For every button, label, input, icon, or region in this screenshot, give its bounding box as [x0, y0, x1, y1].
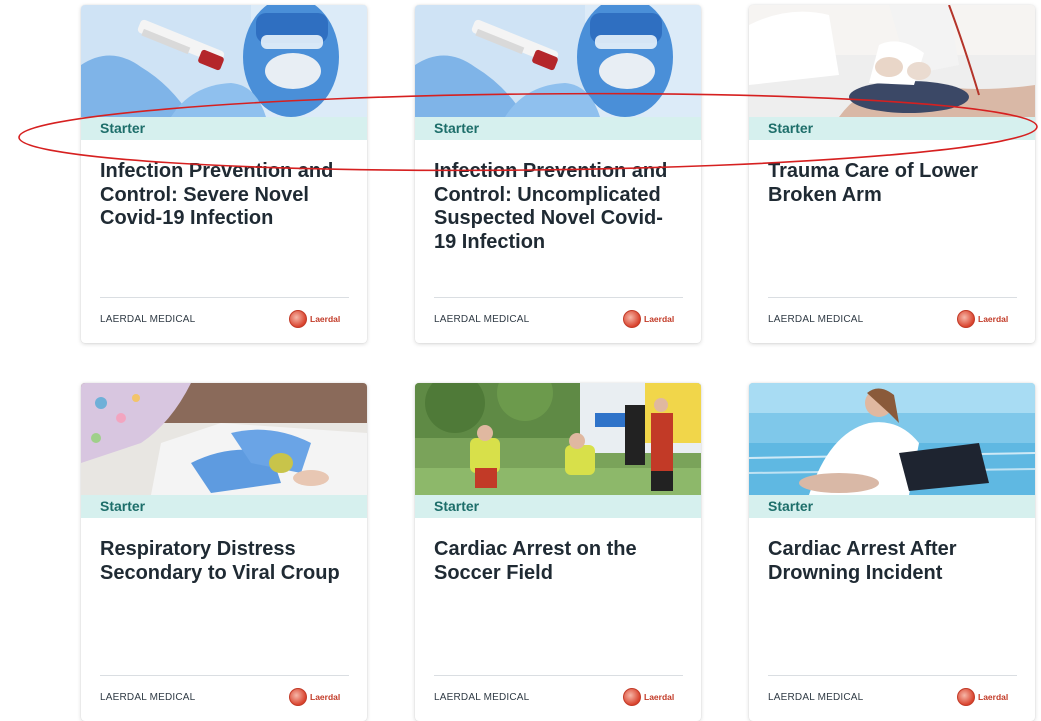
laerdal-logo-icon — [289, 688, 307, 706]
course-title[interactable]: Infection Prevention and Control: Uncomp… — [434, 160, 684, 254]
laerdal-logo: Laerdal — [289, 687, 349, 707]
laerdal-logo: Laerdal — [623, 687, 683, 707]
card-divider — [100, 675, 349, 676]
course-card[interactable]: Starter Infection Prevention and Control… — [81, 5, 367, 343]
laerdal-logo: Laerdal — [623, 309, 683, 329]
course-title[interactable]: Respiratory Distress Secondary to Viral … — [100, 538, 350, 585]
course-title[interactable]: Cardiac Arrest After Drowning Incident — [768, 538, 1018, 585]
course-title[interactable]: Infection Prevention and Control: Severe… — [100, 160, 350, 231]
course-title[interactable]: Trauma Care of Lower Broken Arm — [768, 160, 1018, 207]
card-divider — [768, 297, 1017, 298]
course-publisher: LAERDAL MEDICAL — [434, 314, 530, 325]
course-level-badge: Starter — [415, 117, 701, 140]
course-publisher: LAERDAL MEDICAL — [768, 692, 864, 703]
course-title[interactable]: Cardiac Arrest on the Soccer Field — [434, 538, 684, 585]
laerdal-logo: Laerdal — [957, 309, 1017, 329]
course-thumbnail — [749, 383, 1035, 495]
laerdal-logo-icon — [289, 310, 307, 328]
course-thumbnail — [415, 383, 701, 495]
course-level-badge: Starter — [81, 117, 367, 140]
course-card[interactable]: Starter Cardiac Arrest After Drowning In… — [749, 383, 1035, 721]
course-level-badge: Starter — [749, 495, 1035, 518]
course-card[interactable]: Starter Infection Prevention and Control… — [415, 5, 701, 343]
course-publisher: LAERDAL MEDICAL — [100, 314, 196, 325]
course-grid: Starter Infection Prevention and Control… — [0, 0, 1041, 721]
card-divider — [100, 297, 349, 298]
course-level-badge: Starter — [749, 117, 1035, 140]
course-thumbnail — [81, 5, 367, 117]
course-publisher: LAERDAL MEDICAL — [768, 314, 864, 325]
course-thumbnail — [749, 5, 1035, 117]
card-divider — [768, 675, 1017, 676]
course-publisher: LAERDAL MEDICAL — [434, 692, 530, 703]
laerdal-logo-icon — [957, 310, 975, 328]
laerdal-logo-icon — [957, 688, 975, 706]
course-level-badge: Starter — [81, 495, 367, 518]
course-publisher: LAERDAL MEDICAL — [100, 692, 196, 703]
course-card[interactable]: Starter Respiratory Distress Secondary t… — [81, 383, 367, 721]
course-card[interactable]: Starter Cardiac Arrest on the Soccer Fie… — [415, 383, 701, 721]
course-card[interactable]: Starter Trauma Care of Lower Broken Arm … — [749, 5, 1035, 343]
card-divider — [434, 297, 683, 298]
card-divider — [434, 675, 683, 676]
course-thumbnail — [415, 5, 701, 117]
laerdal-logo-icon — [623, 310, 641, 328]
laerdal-logo: Laerdal — [289, 309, 349, 329]
laerdal-logo-icon — [623, 688, 641, 706]
laerdal-logo: Laerdal — [957, 687, 1017, 707]
course-level-badge: Starter — [415, 495, 701, 518]
course-thumbnail — [81, 383, 367, 495]
